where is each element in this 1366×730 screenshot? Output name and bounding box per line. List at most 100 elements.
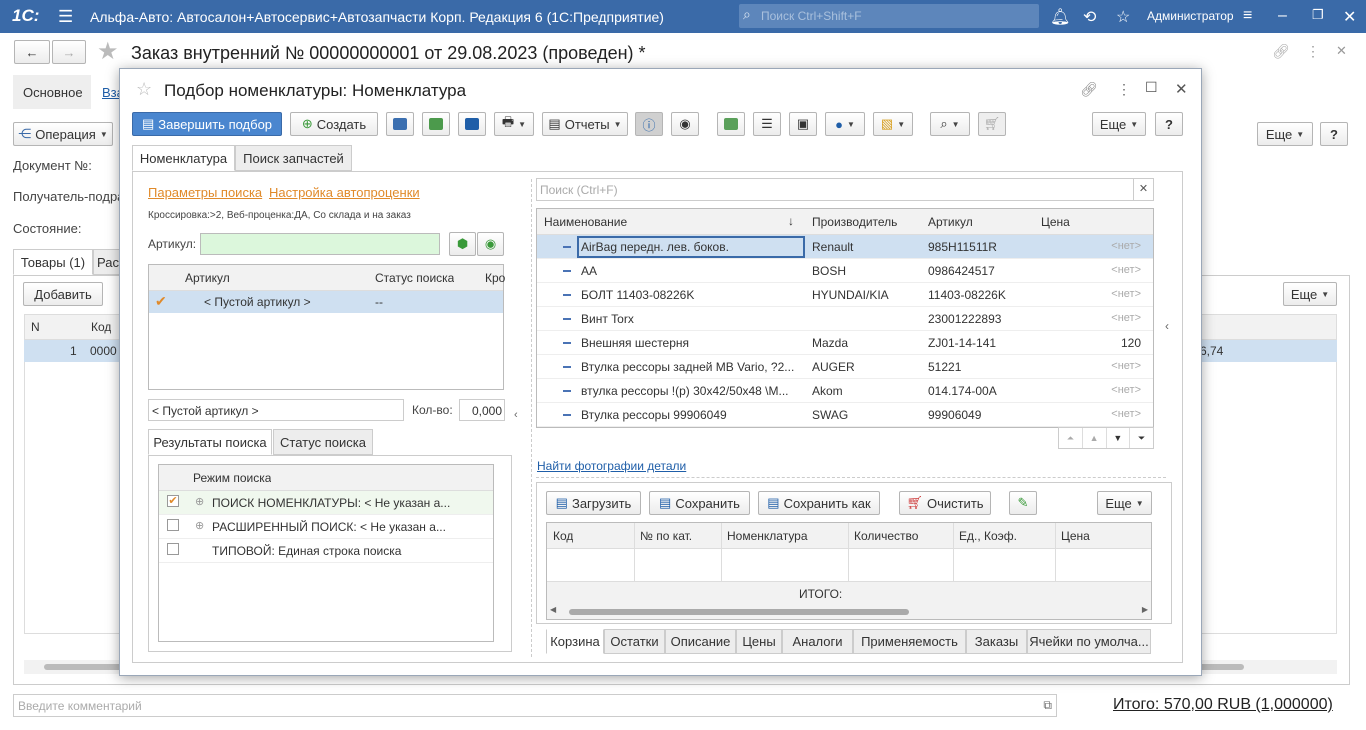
card-button[interactable]: ▣ [789, 112, 817, 136]
back-button[interactable]: ← [14, 40, 50, 64]
copy-button[interactable] [422, 112, 450, 136]
search-params-link[interactable]: Параметры поиска [148, 185, 262, 200]
finish-button[interactable]: ▤ Завершить подбор [132, 112, 282, 136]
col-name[interactable]: Наименование [544, 215, 627, 229]
user-name[interactable]: Администратор [1147, 9, 1234, 23]
up-icon[interactable]: ▲ [1083, 428, 1107, 448]
article-row[interactable]: ✔ < Пустой артикул > -- [149, 291, 503, 313]
mode-row[interactable]: ✔ ⊕ ПОИСК НОМЕНКЛАТУРЫ: < Не указан а... [159, 491, 493, 515]
nom-row[interactable]: AA BOSH 0986424517 <нет> [537, 259, 1153, 283]
qty-input[interactable]: 0,000 [459, 399, 505, 421]
goods-more-button[interactable]: Еще ▼ [1283, 282, 1337, 306]
cart-col[interactable]: Ед., Коэф. [959, 529, 1017, 543]
doc-total[interactable]: Итого: 570,00 RUB (1,000000) [1113, 696, 1333, 714]
auto-pricing-link[interactable]: Настройка автопроценки [269, 185, 420, 200]
scroll-right-icon[interactable]: ▶ [1142, 605, 1148, 614]
cart-col[interactable]: Номенклатура [727, 529, 808, 543]
article-search-button[interactable]: ⬢ [449, 232, 476, 256]
article-status-button[interactable]: ◉ [477, 232, 504, 256]
bottom-tab[interactable]: Остатки [604, 629, 665, 654]
cart-col[interactable]: Код [553, 529, 573, 543]
col-maker[interactable]: Производитель [812, 215, 897, 229]
bottom-tab[interactable]: Описание [665, 629, 736, 654]
col-price[interactable]: Цена [1041, 215, 1070, 229]
doc-button[interactable]: ▧ ▼ [873, 112, 913, 136]
more-icon[interactable]: ⋮ [1306, 43, 1320, 60]
price-button[interactable] [717, 112, 745, 136]
save-button[interactable]: ▤ Сохранить [649, 491, 750, 515]
maximize-icon[interactable]: ☐ [1145, 79, 1158, 96]
tab-main[interactable]: Основное [13, 75, 91, 109]
close-icon[interactable]: ✕ [1343, 7, 1356, 27]
expand-icon[interactable]: ⊕ [195, 495, 204, 508]
reports-button[interactable]: ▤ Отчеты ▼ [542, 112, 628, 136]
bottom-tab[interactable]: Применяемость [853, 629, 966, 654]
bottom-tab[interactable]: Заказы [966, 629, 1027, 654]
save-as-button[interactable]: ▤ Сохранить как [758, 491, 880, 515]
article-input[interactable] [200, 233, 440, 255]
star-icon[interactable]: ☆ [1116, 7, 1130, 27]
cart-more-button[interactable]: Еще ▼ [1097, 491, 1152, 515]
history-icon[interactable]: ⟲ [1083, 7, 1096, 27]
mode-row[interactable]: ⊕ РАСШИРЕННЫЙ ПОИСК: < Не указан а... [159, 515, 493, 539]
print-button[interactable]: 🖶︎ ▼ [494, 112, 534, 136]
col-article2[interactable]: Артикул [928, 215, 973, 229]
columns-button[interactable] [458, 112, 486, 136]
link-icon[interactable]: 🔗︎ [1272, 43, 1290, 60]
down-icon[interactable]: ▼ [1107, 428, 1131, 448]
clear-button[interactable]: 🛒︎ Очистить [899, 491, 991, 515]
close-icon[interactable]: ✕ [1175, 80, 1188, 98]
cart-col[interactable]: Цена [1061, 529, 1090, 543]
nom-row[interactable]: Втулка рессоры задней MB Vario, ?2... AUG… [537, 355, 1153, 379]
bottom-tab[interactable]: Ячейки по умолча... [1027, 629, 1151, 654]
comment-input[interactable]: Введите комментарий ⧉ [13, 694, 1057, 717]
clear-search-icon[interactable]: ✕ [1133, 179, 1153, 200]
nom-row[interactable]: Винт Torx 23001222893 <нет> [537, 307, 1153, 331]
tab-results[interactable]: Результаты поиска [148, 429, 272, 455]
mode-checkbox[interactable]: ✔ [167, 495, 179, 507]
tab-parts-search[interactable]: Поиск запчастей [235, 145, 352, 171]
scroll-left-icon[interactable]: ◀ [550, 605, 556, 614]
cart-hscroll-thumb[interactable] [569, 609, 909, 615]
doc-help-button[interactable]: ? [1320, 122, 1348, 146]
close-doc-icon[interactable]: ✕ [1336, 43, 1347, 59]
nom-row[interactable]: БОЛТ 11403-08226K HYUNDAI/KIA 11403-08226K… [537, 283, 1153, 307]
tab-status[interactable]: Статус поиска [273, 429, 373, 455]
nom-row[interactable]: втулка рессоры !(р) 30x42/50x48 \М... Ako… [537, 379, 1153, 403]
bottom-tab[interactable]: Корзина [546, 629, 604, 654]
nom-search-input[interactable]: Поиск (Ctrl+F) ✕ [536, 178, 1154, 201]
tab-goods[interactable]: Товары (1) [13, 249, 93, 275]
operation-button[interactable]: ⋲ Операция ▼ [13, 122, 113, 146]
star-icon[interactable]: ☆ [136, 79, 152, 100]
dialog-help-button[interactable]: ? [1155, 112, 1183, 136]
doc-more-button[interactable]: Еще ▼ [1257, 122, 1313, 146]
bell-icon[interactable]: 🔔︎ [1050, 7, 1070, 27]
bottom-tab[interactable]: Цены [736, 629, 782, 654]
first-icon[interactable]: ⏶ [1059, 428, 1083, 448]
nom-row[interactable]: Втулка рессоры 99906049 SWAG 99906049 <нет> [537, 403, 1153, 427]
tab-nomenclature[interactable]: Номенклатура [132, 145, 235, 171]
view-button[interactable]: ◉ [671, 112, 699, 136]
cart-button[interactable]: 🛒︎ [978, 112, 1006, 136]
link-icon[interactable]: 🔗︎ [1080, 81, 1098, 98]
expand-icon[interactable]: ⊕ [195, 519, 204, 532]
add-button[interactable]: Добавить [23, 282, 103, 306]
edit-button[interactable]: ✎ [1009, 491, 1037, 515]
cart-col[interactable]: № по кат. [640, 529, 692, 543]
collapse-right-icon[interactable]: ‹ [1165, 319, 1169, 333]
sort-down-icon[interactable]: ↓ [788, 214, 794, 228]
splitter[interactable] [531, 179, 532, 657]
restore-icon[interactable]: ❐ [1312, 7, 1324, 23]
mode-checkbox[interactable] [167, 519, 179, 531]
cart-hscroll[interactable]: ◀ ▶ [547, 605, 1151, 619]
nom-row[interactable]: Внешняя шестерня Mazda ZJ01-14-141 120 [537, 331, 1153, 355]
article-field[interactable]: < Пустой артикул > [148, 399, 404, 421]
folder-button[interactable] [386, 112, 414, 136]
mode-row[interactable]: ТИПОВОЙ: Единая строка поиска [159, 539, 493, 563]
mode-checkbox[interactable] [167, 543, 179, 555]
star-icon[interactable]: ★ [97, 37, 119, 66]
more-icon[interactable]: ⋮ [1117, 81, 1131, 98]
minimize-icon[interactable]: – [1278, 7, 1287, 25]
find-photos-link[interactable]: Найти фотографии детали [537, 459, 686, 473]
info-button[interactable]: ⓘ [635, 112, 663, 136]
